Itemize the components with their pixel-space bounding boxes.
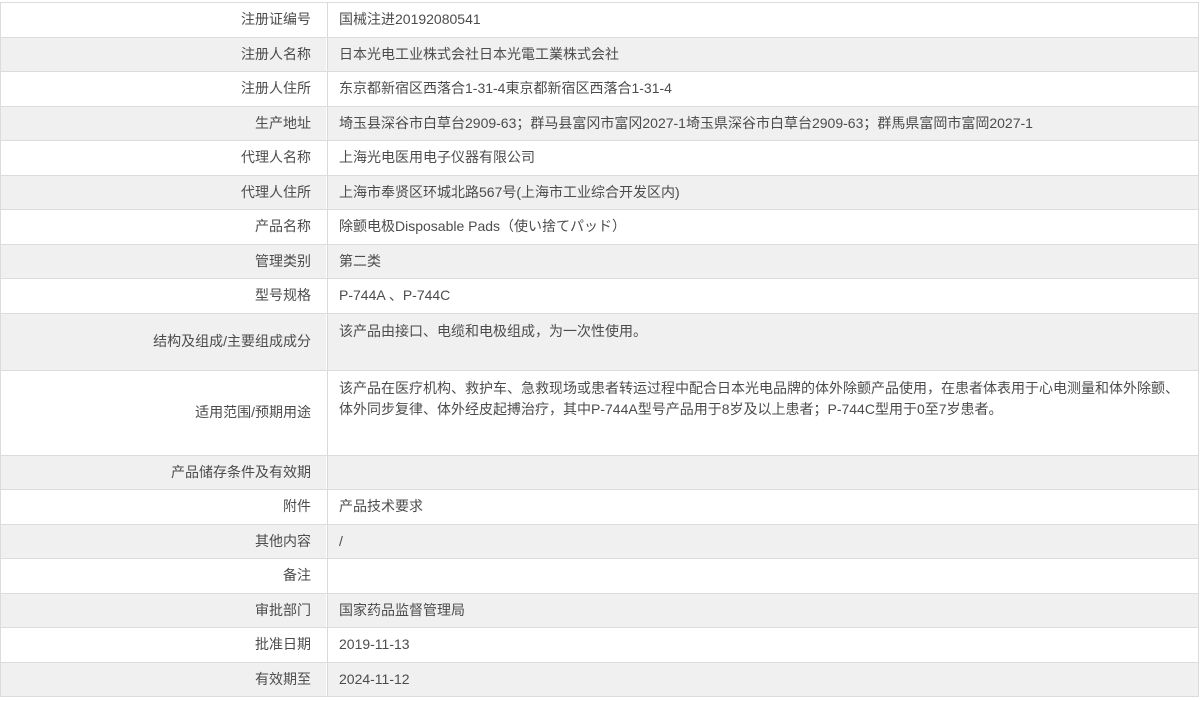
row-label: 有效期至: [1, 662, 327, 696]
row-label: 注册证编号: [1, 3, 327, 37]
row-label: 注册人住所: [1, 72, 327, 106]
row-value: 东京都新宿区西落合1-31-4東京都新宿区西落合1-31-4: [327, 72, 1198, 106]
table-row: 产品储存条件及有效期: [1, 454, 1198, 489]
table-row: 代理人名称 上海光电医用电子仪器有限公司: [1, 140, 1198, 175]
table-row: 审批部门 国家药品监督管理局: [1, 592, 1198, 627]
row-label: 代理人住所: [1, 175, 327, 209]
row-label: 备注: [1, 559, 327, 593]
row-value: 除颤电极Disposable Pads（使い捨てパッド）: [327, 210, 1198, 244]
row-value: 国家药品监督管理局: [327, 593, 1198, 627]
row-label: 其他内容: [1, 524, 327, 558]
table-row: 注册人名称 日本光电工业株式会社日本光電工業株式会社: [1, 36, 1198, 71]
registration-table: 注册证编号 国械注进20192080541 注册人名称 日本光电工业株式会社日本…: [0, 2, 1199, 697]
row-value: 该产品由接口、电缆和电极组成，为一次性使用。: [327, 313, 1198, 370]
row-label: 代理人名称: [1, 141, 327, 175]
row-label: 型号规格: [1, 279, 327, 313]
table-row: 注册人住所 东京都新宿区西落合1-31-4東京都新宿区西落合1-31-4: [1, 71, 1198, 106]
row-value: 埼玉县深谷市白草台2909-63；群马县富冈市富冈2027-1埼玉県深谷市白草台…: [327, 106, 1198, 140]
row-label: 产品储存条件及有效期: [1, 455, 327, 489]
row-value: 产品技术要求: [327, 490, 1198, 524]
row-label: 结构及组成/主要组成成分: [1, 313, 327, 370]
row-label: 产品名称: [1, 210, 327, 244]
row-value: 上海光电医用电子仪器有限公司: [327, 141, 1198, 175]
table-row: 其他内容 /: [1, 523, 1198, 558]
row-value: [327, 455, 1198, 489]
row-label: 批准日期: [1, 628, 327, 662]
row-label: 注册人名称: [1, 37, 327, 71]
row-value: P-744A 、P-744C: [327, 279, 1198, 313]
row-value: /: [327, 524, 1198, 558]
table-row: 代理人住所 上海市奉贤区环城北路567号(上海市工业综合开发区内): [1, 174, 1198, 209]
table-row: 产品名称 除颤电极Disposable Pads（使い捨てパッド）: [1, 209, 1198, 244]
table-row: 有效期至 2024-11-12: [1, 661, 1198, 696]
row-value: 该产品在医疗机构、救护车、急救现场或患者转运过程中配合日本光电品牌的体外除颤产品…: [327, 370, 1198, 455]
table-row: 备注: [1, 558, 1198, 593]
row-label: 附件: [1, 490, 327, 524]
table-row: 型号规格 P-744A 、P-744C: [1, 278, 1198, 313]
table-row: 管理类别 第二类: [1, 243, 1198, 278]
table-row: 批准日期 2019-11-13: [1, 627, 1198, 662]
row-value: [327, 559, 1198, 593]
row-value: 2024-11-12: [327, 662, 1198, 696]
row-label: 审批部门: [1, 593, 327, 627]
row-value: 2019-11-13: [327, 628, 1198, 662]
table-row: 附件 产品技术要求: [1, 489, 1198, 524]
row-label: 生产地址: [1, 106, 327, 140]
table-row: 适用范围/预期用途 该产品在医疗机构、救护车、急救现场或患者转运过程中配合日本光…: [1, 369, 1198, 455]
row-value: 第二类: [327, 244, 1198, 278]
row-label: 管理类别: [1, 244, 327, 278]
table-row: 结构及组成/主要组成成分 该产品由接口、电缆和电极组成，为一次性使用。: [1, 312, 1198, 370]
row-value: 上海市奉贤区环城北路567号(上海市工业综合开发区内): [327, 175, 1198, 209]
row-value: 日本光电工业株式会社日本光電工業株式会社: [327, 37, 1198, 71]
row-value: 国械注进20192080541: [327, 3, 1198, 37]
table-row: 注册证编号 国械注进20192080541: [1, 3, 1198, 37]
row-label: 适用范围/预期用途: [1, 370, 327, 455]
table-row: 生产地址 埼玉县深谷市白草台2909-63；群马县富冈市富冈2027-1埼玉県深…: [1, 105, 1198, 140]
